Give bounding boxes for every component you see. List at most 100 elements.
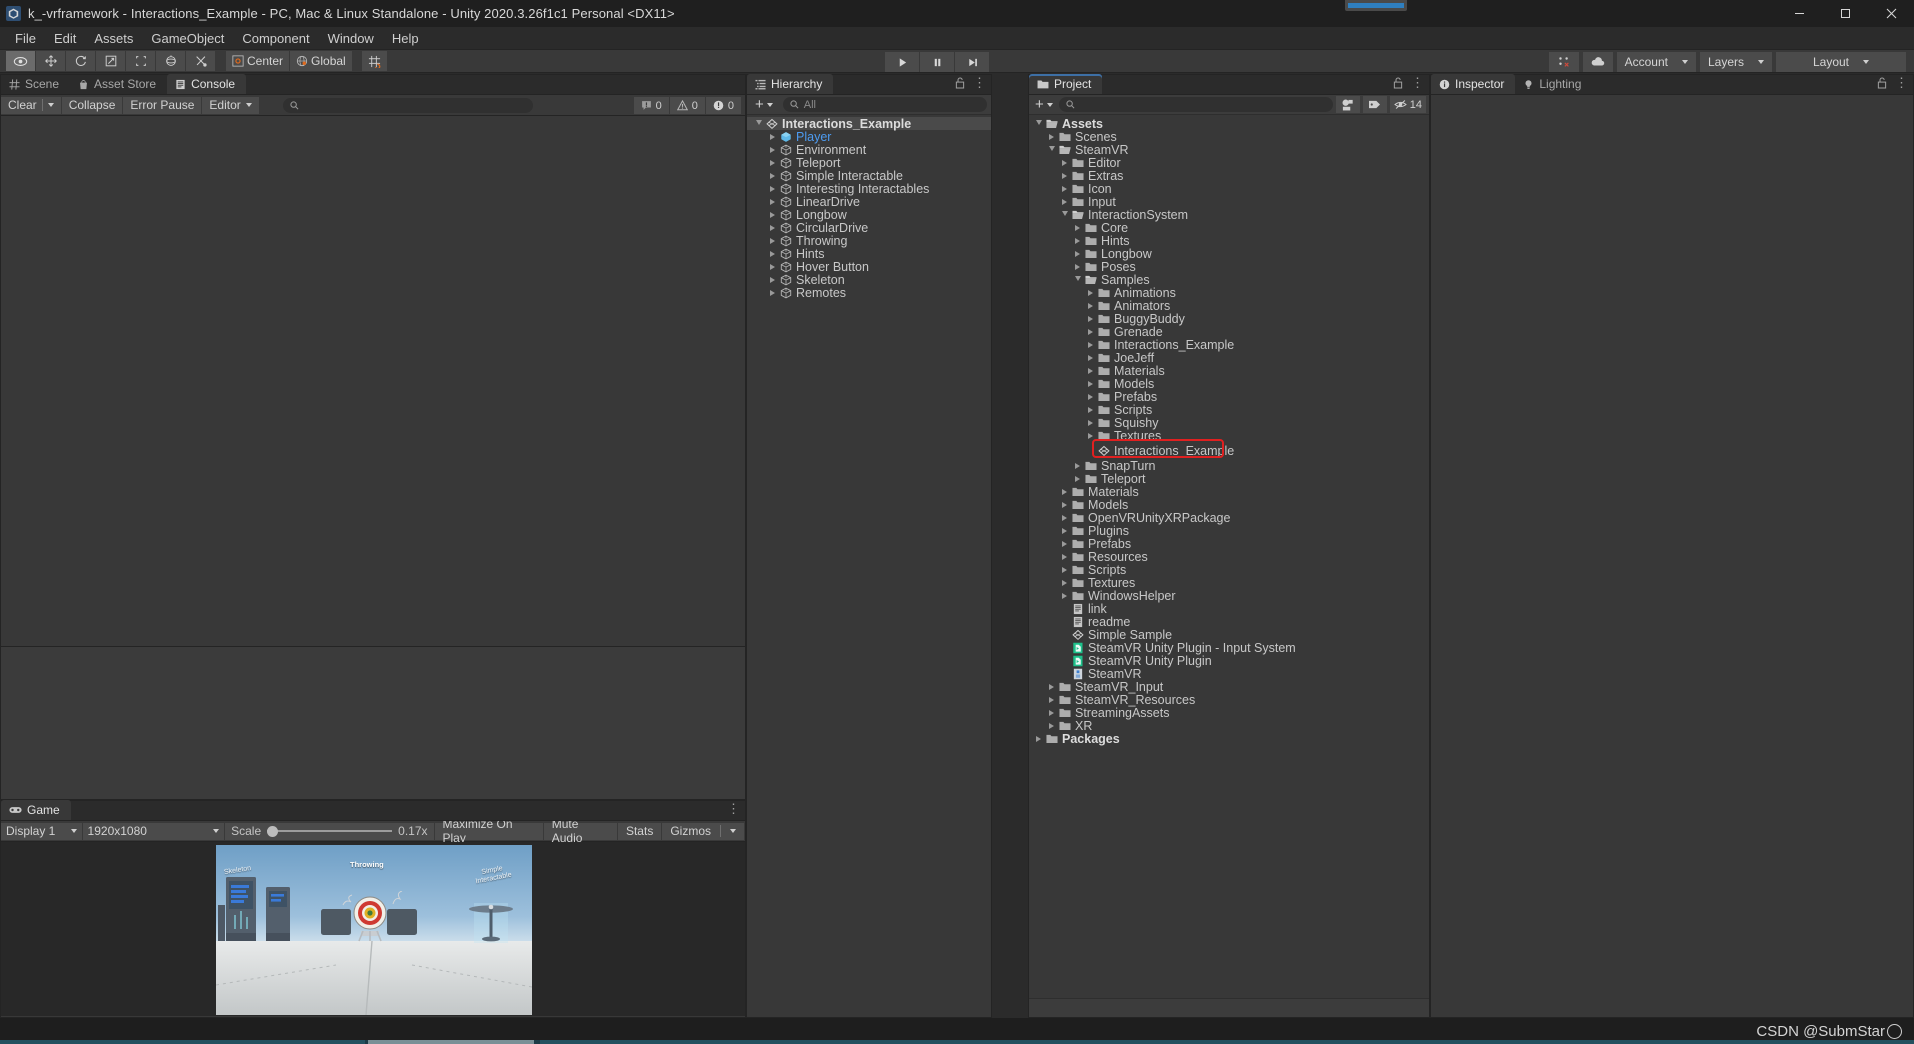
tree-row[interactable]: Environment (747, 143, 991, 156)
tree-row[interactable]: SteamVR_Resources (1029, 693, 1429, 706)
account-button[interactable]: Account (1617, 52, 1696, 72)
chevron-right-icon[interactable] (1059, 528, 1070, 534)
tree-row[interactable]: Models (1029, 377, 1429, 390)
log-count[interactable]: 0 (634, 97, 669, 114)
chevron-down-icon[interactable] (1059, 211, 1070, 219)
tree-row[interactable]: Interactions_Example (1029, 338, 1429, 351)
pivot-rotation-button[interactable]: Global (290, 51, 352, 71)
tree-row[interactable]: Models (1029, 498, 1429, 511)
display-select[interactable]: Display 1 (1, 823, 82, 840)
move-tool-button[interactable] (36, 51, 65, 71)
tree-row[interactable]: Grenade (1029, 325, 1429, 338)
chevron-right-icon[interactable] (1046, 723, 1057, 729)
chevron-right-icon[interactable] (1085, 329, 1096, 335)
menu-gameobject[interactable]: GameObject (142, 29, 233, 48)
console-editor-button[interactable]: Editor (202, 97, 258, 114)
tree-row[interactable]: Animations (1029, 286, 1429, 299)
project-search-input[interactable] (1059, 97, 1333, 112)
tab-scene[interactable]: Scene (1, 74, 70, 94)
console-search-input[interactable] (283, 98, 533, 113)
tree-row[interactable]: Animators (1029, 299, 1429, 312)
tree-row[interactable]: StreamingAssets (1029, 706, 1429, 719)
tree-row[interactable]: Interactions_Example (747, 117, 991, 130)
console-error-pause-button[interactable]: Error Pause (123, 97, 201, 114)
chevron-right-icon[interactable] (1046, 697, 1057, 703)
kebab-icon[interactable]: ⋮ (727, 803, 740, 815)
chevron-right-icon[interactable] (767, 186, 778, 192)
chevron-right-icon[interactable] (1059, 199, 1070, 205)
layout-button[interactable]: Layout (1776, 52, 1906, 72)
tree-row[interactable]: Scenes (1029, 130, 1429, 143)
chevron-right-icon[interactable] (1085, 368, 1096, 374)
tree-row[interactable]: Prefabs (1029, 537, 1429, 550)
custom-tool-button[interactable] (186, 51, 215, 71)
tree-row[interactable]: Samples (1029, 273, 1429, 286)
play-button[interactable] (885, 52, 919, 72)
game-view[interactable]: Skeleton Throwing (1, 842, 745, 1016)
chevron-right-icon[interactable] (767, 212, 778, 218)
project-scrollbar[interactable] (1421, 117, 1428, 1012)
lock-icon[interactable] (1877, 77, 1887, 89)
mute-audio-button[interactable]: Mute Audio (544, 823, 617, 840)
tab-game[interactable]: Game (1, 800, 71, 820)
console-log-list[interactable] (1, 116, 745, 646)
tab-hierarchy[interactable]: Hierarchy (747, 74, 833, 94)
chevron-right-icon[interactable] (1059, 173, 1070, 179)
tree-row[interactable]: LinearDrive (747, 195, 991, 208)
close-button[interactable] (1868, 0, 1914, 27)
tree-row[interactable]: OpenVRUnityXRPackage (1029, 511, 1429, 524)
chevron-right-icon[interactable] (1072, 476, 1083, 482)
kebab-icon[interactable]: ⋮ (1895, 77, 1908, 89)
chevron-right-icon[interactable] (1085, 316, 1096, 322)
grid-snap-button[interactable] (362, 51, 387, 71)
chevron-right-icon[interactable] (1085, 394, 1096, 400)
chevron-right-icon[interactable] (1072, 251, 1083, 257)
tree-row[interactable]: Longbow (747, 208, 991, 221)
tree-row[interactable]: Throwing (747, 234, 991, 247)
tree-row[interactable]: Scripts (1029, 403, 1429, 416)
chevron-right-icon[interactable] (767, 134, 778, 140)
tree-row[interactable]: Scripts (1029, 563, 1429, 576)
hand-tool-button[interactable] (6, 51, 35, 71)
tree-row[interactable]: Prefabs (1029, 390, 1429, 403)
chevron-right-icon[interactable] (1085, 381, 1096, 387)
project-add-button[interactable]: + (1032, 99, 1056, 111)
menu-edit[interactable]: Edit (45, 29, 85, 48)
scale-control[interactable]: Scale 0.17x (225, 823, 433, 840)
tree-row[interactable]: Textures (1029, 576, 1429, 589)
hierarchy-search-input[interactable]: All (783, 97, 987, 112)
chevron-right-icon[interactable] (1059, 554, 1070, 560)
tree-row[interactable]: Squishy (1029, 416, 1429, 429)
chevron-right-icon[interactable] (1059, 160, 1070, 166)
hidden-assets-toggle[interactable]: 14 (1390, 96, 1426, 113)
minimize-button[interactable] (1776, 0, 1822, 27)
kebab-icon[interactable]: ⋮ (1411, 77, 1424, 89)
kebab-icon[interactable]: ⋮ (973, 77, 986, 89)
chevron-down-icon[interactable] (1072, 276, 1083, 284)
chevron-right-icon[interactable] (1085, 433, 1096, 439)
tree-row[interactable]: Textures (1029, 429, 1429, 442)
chevron-right-icon[interactable] (1046, 134, 1057, 140)
chevron-right-icon[interactable] (1085, 290, 1096, 296)
chevron-right-icon[interactable] (767, 173, 778, 179)
tree-row[interactable]: XR (1029, 719, 1429, 732)
tree-row[interactable]: Editor (1029, 156, 1429, 169)
chevron-right-icon[interactable] (1059, 502, 1070, 508)
tab-project[interactable]: Project (1029, 74, 1102, 94)
tree-row[interactable]: Input (1029, 195, 1429, 208)
chevron-down-icon[interactable] (753, 120, 764, 128)
tree-row[interactable]: Longbow (1029, 247, 1429, 260)
resolution-select[interactable]: 1920x1080 (83, 823, 225, 840)
tree-row[interactable]: SteamVR (1029, 143, 1429, 156)
hierarchy-scrollbar[interactable] (983, 117, 990, 1012)
chevron-right-icon[interactable] (767, 290, 778, 296)
scale-tool-button[interactable] (96, 51, 125, 71)
tree-row[interactable]: Simple Sample (1029, 628, 1429, 641)
console-clear-button[interactable]: Clear (1, 97, 61, 114)
gizmos-button[interactable]: Gizmos (662, 823, 744, 840)
tree-row[interactable]: Hints (747, 247, 991, 260)
chevron-right-icon[interactable] (1046, 710, 1057, 716)
layers-button[interactable]: Layers (1700, 52, 1772, 72)
chevron-right-icon[interactable] (1085, 355, 1096, 361)
chevron-right-icon[interactable] (1072, 463, 1083, 469)
